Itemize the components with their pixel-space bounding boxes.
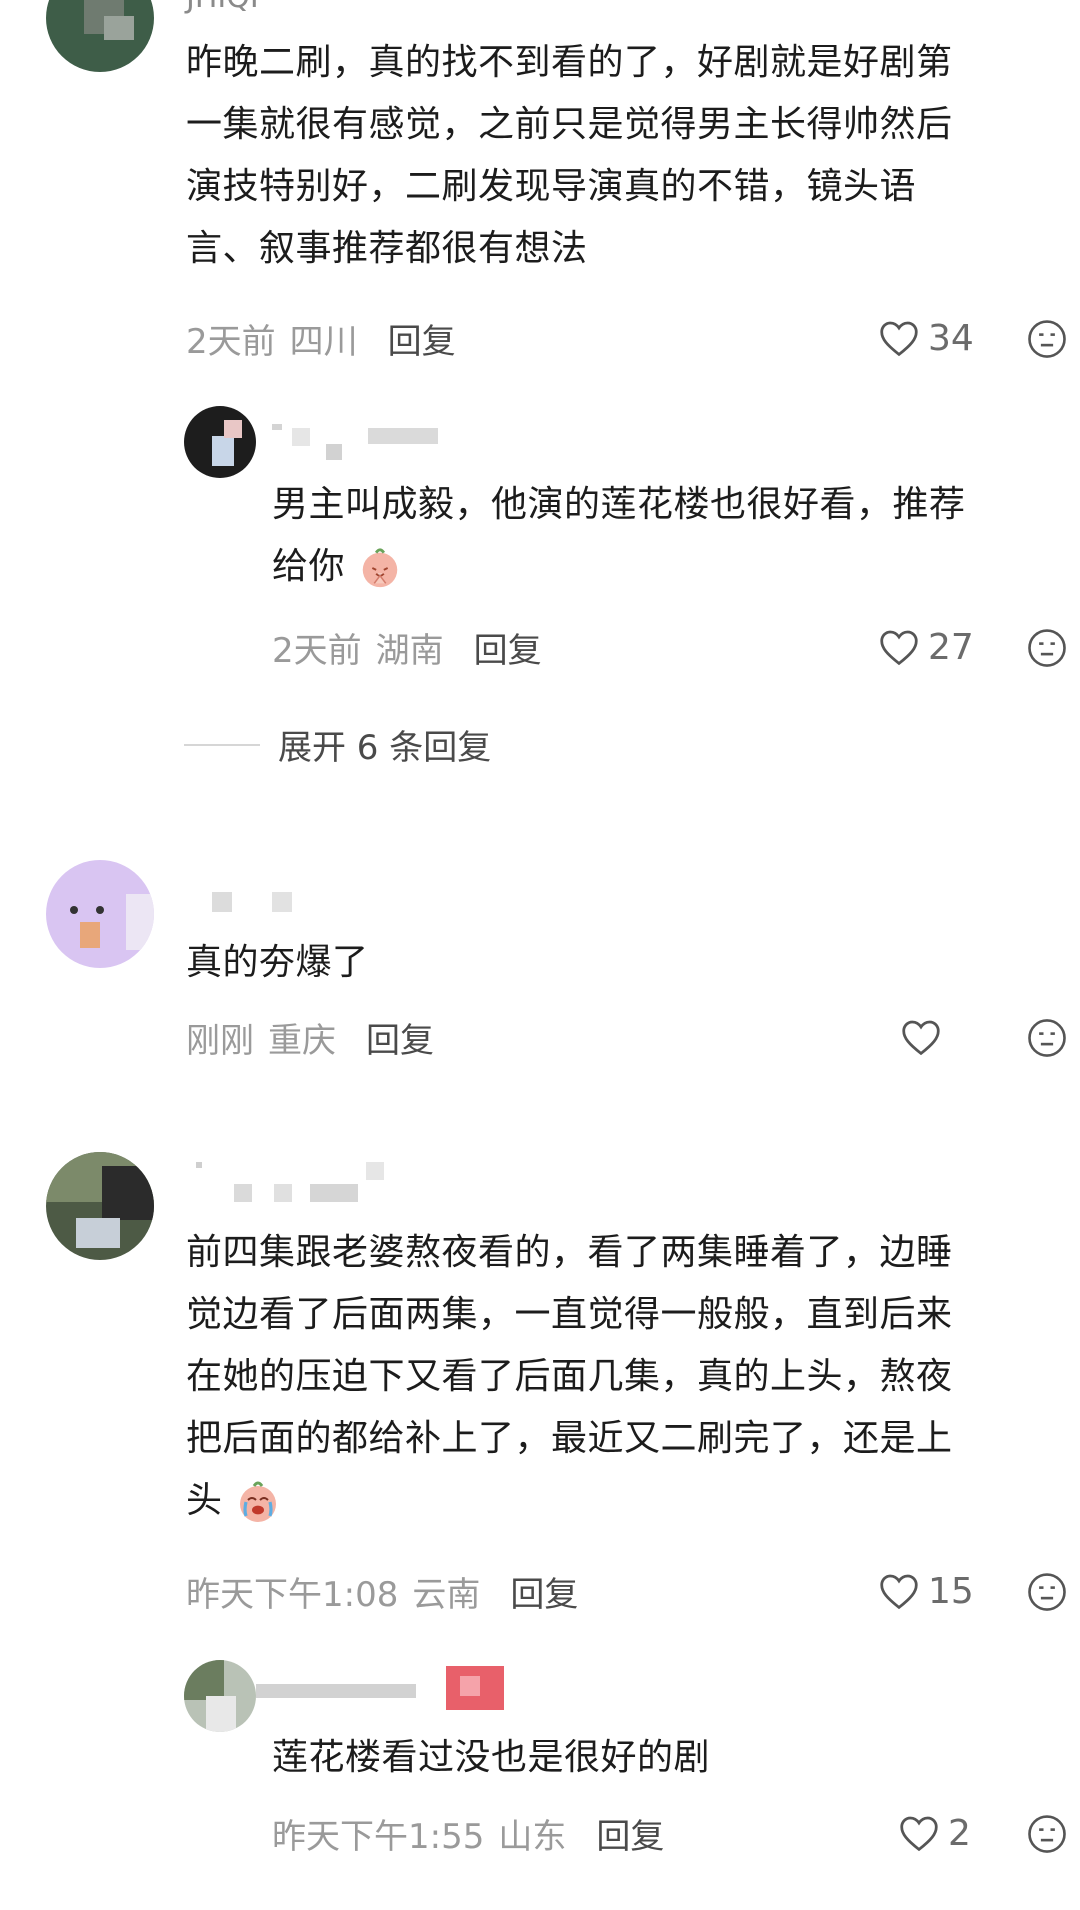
avatar[interactable] — [46, 860, 154, 968]
reply-button[interactable]: 回复 — [474, 623, 542, 672]
time: 昨天下午1:55 — [272, 1816, 485, 1857]
comment-meta: 刚刚 重庆 回复 — [186, 1012, 434, 1062]
username-masked[interactable] — [256, 1666, 506, 1710]
heart-outline-icon — [880, 1574, 918, 1610]
comment-text: 真的夯爆了 — [186, 942, 369, 983]
heart-outline-icon — [880, 321, 918, 357]
reply-button[interactable]: 回复 — [596, 1809, 664, 1858]
avatar[interactable] — [46, 0, 154, 72]
expand-replies-button[interactable]: 展开 6 条回复 — [184, 720, 491, 769]
comment-text: 前四集跟老婆熬夜看的，看了两集睡着了，边睡 觉边看了后面两集，一直觉得一般般，直… — [186, 1222, 1066, 1532]
location: 四川 — [289, 321, 358, 362]
username-masked[interactable] — [212, 890, 312, 914]
username-masked[interactable] — [272, 420, 452, 460]
avatar[interactable] — [184, 406, 256, 478]
time: 刚刚 — [186, 1020, 254, 1061]
like-button[interactable]: 15 — [878, 1566, 974, 1616]
like-button[interactable]: 27 — [878, 622, 974, 672]
username[interactable]: JHIQI — [186, 0, 259, 15]
meh-face-icon[interactable] — [1026, 627, 1068, 669]
reply-text: 男主叫成毅，他演的莲花楼也很好看，推荐 给你 — [272, 474, 1072, 598]
reply-button[interactable]: 回复 — [366, 1013, 434, 1062]
time: 昨天下午1:08 — [186, 1574, 399, 1615]
time: 2天前 — [186, 321, 276, 362]
like-count: 27 — [928, 626, 974, 668]
reply-meta: 2天前 湖南 回复 — [272, 622, 542, 672]
meh-face-icon[interactable] — [1026, 1813, 1068, 1855]
heart-outline-icon — [902, 1020, 940, 1056]
location: 湖南 — [375, 630, 444, 671]
pray-emoji — [362, 548, 398, 588]
comment-meta: 昨天下午1:08 云南 回复 — [186, 1566, 578, 1616]
heart-outline-icon — [880, 630, 918, 666]
reply-button[interactable]: 回复 — [510, 1567, 578, 1616]
like-button[interactable] — [900, 1012, 950, 1062]
like-count: 2 — [948, 1812, 971, 1854]
like-count: 15 — [928, 1570, 974, 1612]
like-button[interactable]: 2 — [898, 1808, 971, 1858]
divider — [184, 743, 260, 746]
reply-button[interactable]: 回复 — [388, 314, 456, 363]
reply-meta: 昨天下午1:55 山东 回复 — [272, 1808, 664, 1858]
location: 重庆 — [268, 1020, 336, 1061]
time: 2天前 — [272, 630, 362, 671]
comment-meta: 2天前 四川 回复 — [186, 313, 456, 363]
reply-text: 莲花楼看过没也是很好的剧 — [272, 1737, 711, 1778]
meh-face-icon[interactable] — [1026, 1571, 1068, 1613]
location: 山东 — [498, 1816, 567, 1857]
location: 云南 — [412, 1574, 481, 1615]
username-masked[interactable] — [196, 1158, 396, 1206]
avatar[interactable] — [46, 1152, 154, 1260]
heart-outline-icon — [900, 1816, 938, 1852]
like-count: 34 — [928, 317, 974, 359]
comment-text: 昨晚二刷，真的找不到看的了，好剧就是好剧第 一集就很有感觉，之前只是觉得男主长得… — [186, 42, 953, 269]
crying-emoji — [240, 1481, 277, 1522]
avatar[interactable] — [184, 1660, 256, 1732]
meh-face-icon[interactable] — [1026, 318, 1068, 360]
meh-face-icon[interactable] — [1026, 1017, 1068, 1059]
like-button[interactable]: 34 — [878, 313, 974, 363]
